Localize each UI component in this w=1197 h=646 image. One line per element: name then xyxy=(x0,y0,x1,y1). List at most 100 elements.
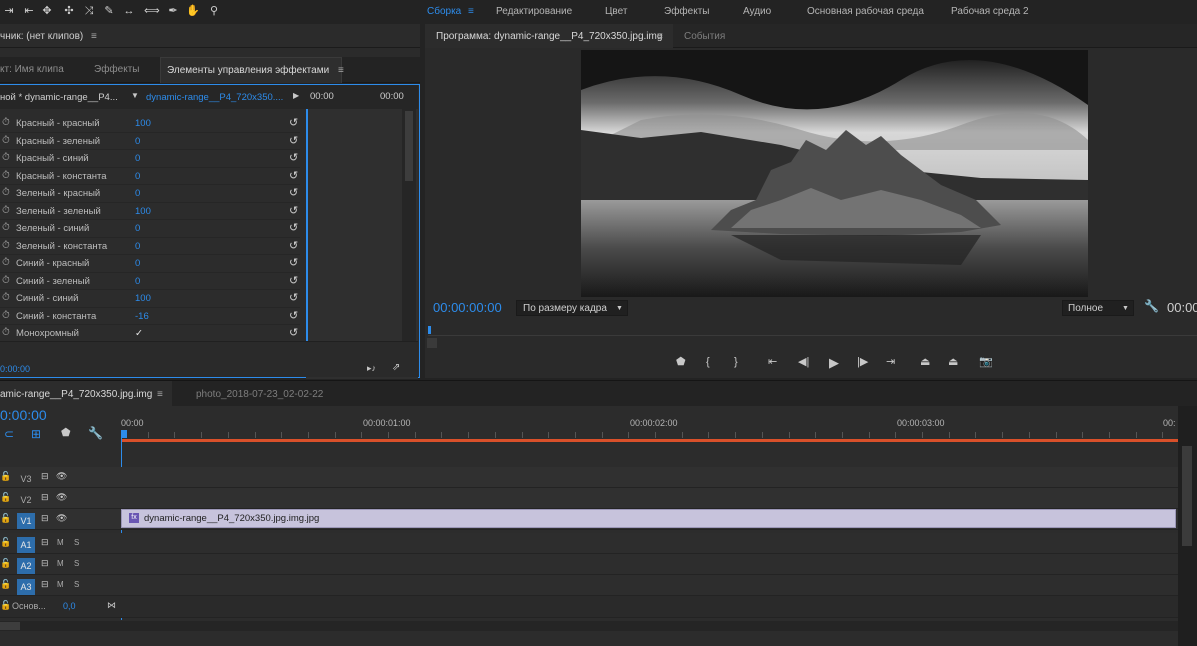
stopwatch-icon[interactable]: ⏱ xyxy=(2,257,10,268)
lock-icon[interactable]: 🔓 xyxy=(0,559,11,568)
ec-scrollbar-thumb[interactable] xyxy=(405,111,413,181)
program-tab[interactable]: Программа: dynamic-range__P4_720x350.jpg… xyxy=(436,31,662,42)
master-track-row[interactable]: 🔓 Основ... 0,0 ⋈ xyxy=(0,596,1178,618)
solo-button[interactable]: S xyxy=(74,580,79,589)
sync-lock-icon[interactable]: ⊟ xyxy=(41,493,49,502)
source-title[interactable]: чник: (нет клипов) xyxy=(0,31,83,42)
param-value[interactable]: 0 xyxy=(135,276,140,287)
extract-icon[interactable]: ⏏ xyxy=(948,357,958,368)
lift-icon[interactable]: ⏏ xyxy=(920,357,930,368)
timeline-ruler[interactable]: 00:00 00:00:01:00 00:00:02:00 00:00:03:0… xyxy=(121,406,1178,442)
fit-dropdown[interactable]: По размеру кадра ▼ xyxy=(516,300,628,316)
stopwatch-icon[interactable]: ⏱ xyxy=(2,205,10,216)
sync-lock-icon[interactable]: ⊟ xyxy=(41,580,49,589)
solo-button[interactable]: S xyxy=(74,559,79,568)
pen-icon[interactable]: ✒ xyxy=(166,4,180,18)
param-value[interactable]: 0 xyxy=(135,258,140,269)
audio-track-row[interactable]: 🔓 A1 ⊟ M S xyxy=(0,533,1178,554)
solo-button[interactable]: S xyxy=(74,538,79,547)
events-tab[interactable]: События xyxy=(684,31,725,42)
program-scrubber[interactable] xyxy=(428,326,1197,336)
tab-source[interactable]: кт: Имя клипа xyxy=(0,57,70,83)
slide-icon[interactable]: ⟺ xyxy=(144,4,160,18)
lock-icon[interactable]: 🔓 xyxy=(0,493,11,502)
reset-icon[interactable]: ↺ xyxy=(289,291,298,304)
timeline-vscroll[interactable] xyxy=(1178,406,1197,646)
sequence-clip-label[interactable]: dynamic-range__P4_720x350.... xyxy=(146,92,283,103)
zoom-icon[interactable]: ⚲ xyxy=(207,4,221,18)
eye-icon[interactable]: 👁 xyxy=(56,493,67,502)
program-menu-icon[interactable]: ≡ xyxy=(657,31,663,42)
reset-icon[interactable]: ↺ xyxy=(289,239,298,252)
mute-button[interactable]: M xyxy=(57,538,64,547)
track-name[interactable]: V2 xyxy=(17,492,35,508)
param-value[interactable]: 0 xyxy=(135,188,140,199)
stopwatch-icon[interactable]: ⏱ xyxy=(2,170,10,181)
tab-effect-controls[interactable]: Элементы управления эффектами ≡ xyxy=(160,57,344,83)
param-value[interactable]: 0 xyxy=(135,136,140,147)
stopwatch-icon[interactable]: ⏱ xyxy=(2,292,10,303)
slip-icon[interactable]: ↔ xyxy=(122,4,136,18)
workspace-2[interactable]: Рабочая среда 2 xyxy=(951,6,1029,17)
reset-icon[interactable]: ↺ xyxy=(289,274,298,287)
effect-controls-timeline[interactable] xyxy=(306,109,418,379)
param-value[interactable]: 100 xyxy=(135,206,151,217)
param-value[interactable]: 100 xyxy=(135,293,151,304)
reset-icon[interactable]: ↺ xyxy=(289,169,298,182)
rate-stretch-icon[interactable]: ⤨ xyxy=(82,4,96,18)
play-icon[interactable]: ▶ xyxy=(829,356,839,369)
reset-icon[interactable]: ↺ xyxy=(289,221,298,234)
param-value[interactable]: 0 xyxy=(135,223,140,234)
ripple-edit-icon[interactable]: ✥ xyxy=(40,4,54,18)
timeline-hscroll[interactable] xyxy=(0,621,1178,631)
program-timecode[interactable]: 00:00:00:00 xyxy=(433,300,502,315)
stopwatch-icon[interactable]: ⏱ xyxy=(2,275,10,286)
eye-icon[interactable]: 👁 xyxy=(56,472,67,481)
quality-dropdown[interactable]: Полное ▼ xyxy=(1062,300,1134,316)
sync-lock-icon[interactable]: ⊟ xyxy=(41,514,49,523)
stopwatch-icon[interactable]: ⏱ xyxy=(2,222,10,233)
audio-track-row[interactable]: 🔓 A3 ⊟ M S xyxy=(0,575,1178,596)
param-value[interactable]: -16 xyxy=(135,311,149,322)
mark-out-icon[interactable]: } xyxy=(734,357,738,368)
workspace-editing[interactable]: Редактирование xyxy=(496,6,572,17)
stopwatch-icon[interactable]: ⏱ xyxy=(2,240,10,251)
timeline-hscroll-thumb[interactable] xyxy=(0,622,20,630)
sync-lock-icon[interactable]: ⊟ xyxy=(41,472,49,481)
lock-icon[interactable]: 🔓 xyxy=(0,580,11,589)
timeline-tab-1[interactable]: amic-range__P4_720x350.jpg.img xyxy=(0,389,152,400)
dropdown-arrow-icon[interactable]: ▼ xyxy=(131,92,139,100)
track-name[interactable]: A3 xyxy=(17,579,35,595)
video-track-row[interactable]: 🔓 V2 ⊟ 👁 xyxy=(0,488,1178,509)
reset-icon[interactable]: ↺ xyxy=(289,326,298,339)
tab-menu-icon[interactable]: ≡ xyxy=(338,65,344,76)
track-select-back-icon[interactable]: ⇤ xyxy=(22,4,36,18)
master-clip-label[interactable]: ной * dynamic-range__P4... xyxy=(0,92,118,103)
lock-icon[interactable]: 🔓 xyxy=(0,538,11,547)
lock-icon[interactable]: 🔓 xyxy=(0,514,11,523)
reset-icon[interactable]: ↺ xyxy=(289,116,298,129)
sync-lock-icon[interactable]: ⊟ xyxy=(41,559,49,568)
rolling-edit-icon[interactable]: ✣ xyxy=(62,4,76,18)
wrench-icon[interactable]: 🔧 xyxy=(1144,300,1159,312)
param-value[interactable]: 100 xyxy=(135,118,151,129)
play-only-icon[interactable]: ▶ xyxy=(293,92,299,100)
snap-icon[interactable]: ⊂ xyxy=(4,428,14,440)
tab-effects[interactable]: Эффекты xyxy=(88,57,145,83)
workspace-menu-icon[interactable]: ≡ xyxy=(468,6,474,17)
param-value[interactable]: 0 xyxy=(135,171,140,182)
reset-icon[interactable]: ↺ xyxy=(289,186,298,199)
mark-in-icon[interactable]: { xyxy=(706,357,710,368)
workspace-assembly[interactable]: Сборка xyxy=(427,6,461,17)
program-zoom-handle[interactable] xyxy=(427,338,437,348)
track-name[interactable]: V1 xyxy=(17,513,35,529)
export-frame-icon[interactable]: 📷 xyxy=(979,357,993,368)
track-name[interactable]: A2 xyxy=(17,558,35,574)
track-name[interactable]: A1 xyxy=(17,537,35,553)
reset-icon[interactable]: ↺ xyxy=(289,256,298,269)
video-track-row[interactable]: 🔓 V3 ⊟ 👁 xyxy=(0,467,1178,488)
add-marker-tl-icon[interactable]: ⬟ xyxy=(61,428,71,439)
reset-icon[interactable]: ↺ xyxy=(289,309,298,322)
ec-playhead-line[interactable] xyxy=(306,109,308,359)
linked-selection-icon[interactable]: ⊞ xyxy=(31,428,41,440)
